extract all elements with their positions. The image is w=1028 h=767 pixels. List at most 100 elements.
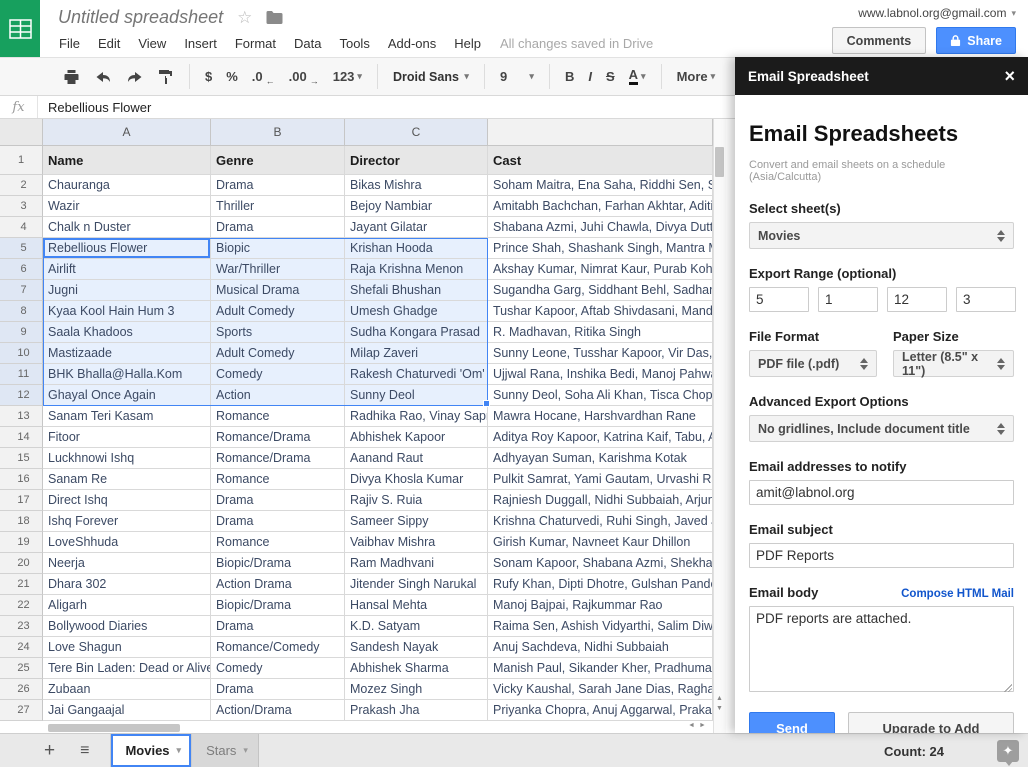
cell-cast[interactable]: Vicky Kaushal, Sarah Jane Dias, Raghav C… <box>488 679 713 700</box>
cell-name[interactable]: Zubaan <box>43 679 211 700</box>
print-button[interactable] <box>56 69 87 85</box>
cell-genre[interactable]: Romance <box>211 532 345 553</box>
cell-genre[interactable]: Action Drama <box>211 574 345 595</box>
menu-help[interactable]: Help <box>445 32 490 55</box>
strikethrough-button[interactable]: S <box>599 69 622 84</box>
bold-button[interactable]: B <box>558 69 581 84</box>
row-header[interactable]: 23 <box>0 616 43 637</box>
cell-genre[interactable]: Romance <box>211 469 345 490</box>
paper-size-select[interactable]: Letter (8.5" x 11") <box>893 350 1014 377</box>
menu-edit[interactable]: Edit <box>89 32 129 55</box>
cell-cast[interactable]: Prince Shah, Shashank Singh, Mantra Mugd <box>488 238 713 259</box>
cell-cast[interactable]: Rufy Khan, Dipti Dhotre, Gulshan Pandey <box>488 574 713 595</box>
close-icon[interactable]: × <box>1004 67 1015 85</box>
row-header[interactable]: 5 <box>0 238 43 259</box>
cell-cast[interactable]: Amitabh Bachchan, Farhan Akhtar, Aditi R… <box>488 196 713 217</box>
menu-addons[interactable]: Add-ons <box>379 32 445 55</box>
cell-director[interactable]: Umesh Ghadge <box>345 301 488 322</box>
comments-button[interactable]: Comments <box>832 27 927 54</box>
explore-button[interactable]: ✦ <box>997 740 1019 762</box>
sheet-tab-stars[interactable]: Stars▾ <box>192 734 259 767</box>
cell-director[interactable]: Milap Zaveri <box>345 343 488 364</box>
decrease-decimals-button[interactable]: .0 ← <box>245 69 282 84</box>
document-title[interactable]: Untitled spreadsheet <box>58 7 223 28</box>
vertical-scroll-arrows[interactable]: ▲ ▼ <box>713 695 726 712</box>
cell-genre[interactable]: Romance/Drama <box>211 448 345 469</box>
cell-director[interactable]: Sudha Kongara Prasad <box>345 322 488 343</box>
cell-cast[interactable]: Mawra Hocane, Harshvardhan Rane <box>488 406 713 427</box>
cell-genre[interactable]: Romance <box>211 406 345 427</box>
row-header[interactable]: 8 <box>0 301 43 322</box>
cell-name[interactable]: Wazir <box>43 196 211 217</box>
cell-genre[interactable]: Biopic <box>211 238 345 259</box>
cell-cast[interactable]: Krishna Chaturvedi, Ruhi Singh, Javed Ja… <box>488 511 713 532</box>
formula-input[interactable]: Rebellious Flower <box>38 96 151 118</box>
row-header[interactable]: 14 <box>0 427 43 448</box>
cell-genre[interactable]: Comedy <box>211 658 345 679</box>
cell-cast[interactable]: Sonam Kapoor, Shabana Azmi, Shekhar Rav <box>488 553 713 574</box>
cell-genre[interactable]: Thriller <box>211 196 345 217</box>
row-header[interactable]: 2 <box>0 175 43 196</box>
scroll-down-icon[interactable]: ▼ <box>716 705 723 712</box>
font-family-menu[interactable]: Droid Sans ▾ <box>386 70 476 84</box>
text-color-button[interactable]: A ▾ <box>622 68 653 85</box>
cell-name[interactable]: LoveShhuda <box>43 532 211 553</box>
italic-button[interactable]: I <box>581 69 599 84</box>
cell-cast[interactable]: R. Madhavan, Ritika Singh <box>488 322 713 343</box>
cell-director[interactable]: Aanand Raut <box>345 448 488 469</box>
vertical-scrollbar[interactable] <box>713 119 726 733</box>
cell-genre[interactable]: Romance/Comedy <box>211 637 345 658</box>
currency-format-button[interactable]: $ <box>198 69 219 84</box>
cell-director[interactable]: Jitender Singh Narukal <box>345 574 488 595</box>
cell-genre[interactable]: Drama <box>211 679 345 700</box>
cell-director[interactable]: Krishan Hooda <box>345 238 488 259</box>
scroll-left-icon[interactable]: ◄ <box>688 722 695 729</box>
row-header[interactable]: 11 <box>0 364 43 385</box>
star-icon[interactable]: ☆ <box>237 8 252 28</box>
cell-genre[interactable]: Adult Comedy <box>211 343 345 364</box>
cell-genre[interactable]: Sports <box>211 322 345 343</box>
cell-name[interactable]: Kyaa Kool Hain Hum 3 <box>43 301 211 322</box>
cell-genre[interactable]: Drama <box>211 616 345 637</box>
cell-director[interactable]: Sameer Sippy <box>345 511 488 532</box>
cell-name[interactable]: Chalk n Duster <box>43 217 211 238</box>
row-header[interactable]: 15 <box>0 448 43 469</box>
cell-director[interactable]: Sandesh Nayak <box>345 637 488 658</box>
cell-name[interactable]: Chauranga <box>43 175 211 196</box>
cell-name[interactable]: Tere Bin Laden: Dead or Alive <box>43 658 211 679</box>
menu-format[interactable]: Format <box>226 32 285 55</box>
row-header[interactable]: 4 <box>0 217 43 238</box>
cell-director[interactable]: Mozez Singh <box>345 679 488 700</box>
cell-director[interactable]: Abhishek Kapoor <box>345 427 488 448</box>
menu-tools[interactable]: Tools <box>330 32 378 55</box>
cell-genre[interactable]: Drama <box>211 217 345 238</box>
column-header-a[interactable]: A <box>43 119 211 146</box>
row-header[interactable]: 1 <box>0 146 43 175</box>
account-menu[interactable]: www.labnol.org@gmail.com ▾ <box>858 6 1016 20</box>
cell-name[interactable]: Fitoor <box>43 427 211 448</box>
cell-name[interactable]: Jugni <box>43 280 211 301</box>
row-header[interactable]: 22 <box>0 595 43 616</box>
subject-input[interactable] <box>749 543 1014 568</box>
cell-genre[interactable]: Drama <box>211 511 345 532</box>
cell-director[interactable]: Ram Madhvani <box>345 553 488 574</box>
row-header[interactable]: 7 <box>0 280 43 301</box>
menu-data[interactable]: Data <box>285 32 330 55</box>
horizontal-scroll-arrows[interactable]: ◄ ► <box>688 722 706 729</box>
compose-html-mail-link[interactable]: Compose HTML Mail <box>901 588 1014 600</box>
sheet-tab-movies[interactable]: Movies▾ <box>110 734 192 767</box>
row-header[interactable]: 10 <box>0 343 43 364</box>
cell-cast[interactable]: Rajniesh Duggall, Nidhi Subbaiah, Arjun … <box>488 490 713 511</box>
cell-director[interactable]: Abhishek Sharma <box>345 658 488 679</box>
cell-cast[interactable]: Manoj Bajpai, Rajkummar Rao <box>488 595 713 616</box>
cell-name-header[interactable]: Name <box>43 146 211 175</box>
cell-cast[interactable]: Sunny Deol, Soha Ali Khan, Tisca Chopra,… <box>488 385 713 406</box>
column-header-d[interactable] <box>488 119 713 146</box>
export-range-input-4[interactable] <box>956 287 1016 312</box>
menu-file[interactable]: File <box>50 32 89 55</box>
cell-name[interactable]: Airlift <box>43 259 211 280</box>
cell-genre[interactable]: Comedy <box>211 364 345 385</box>
add-sheet-button[interactable]: + <box>44 741 55 760</box>
cell-name[interactable]: Dhara 302 <box>43 574 211 595</box>
resize-handle[interactable] <box>1004 684 1012 692</box>
